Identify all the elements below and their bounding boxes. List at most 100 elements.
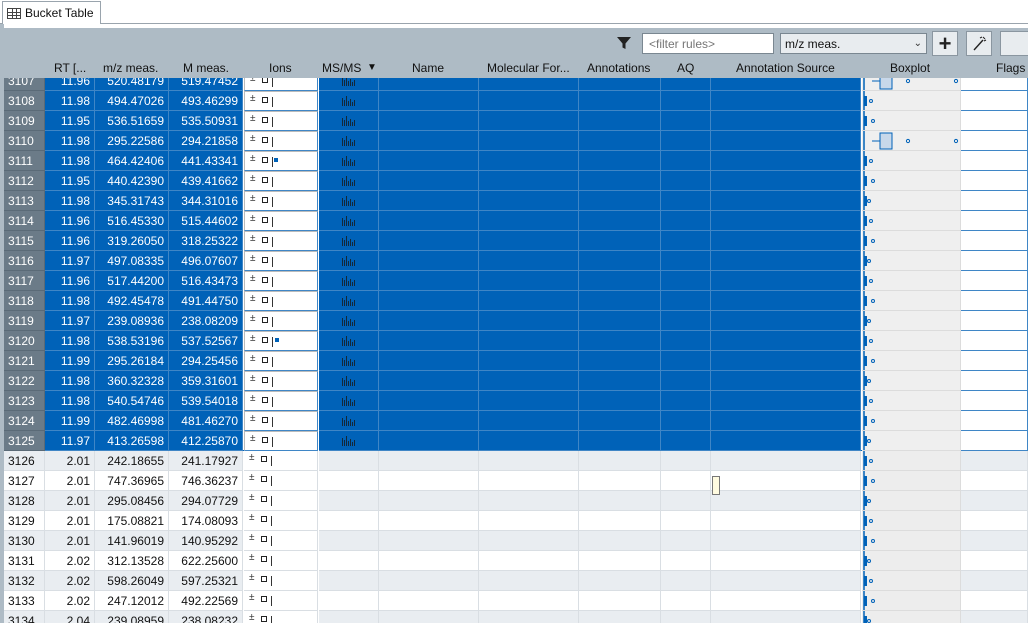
cell-idx[interactable]: 3119 — [4, 311, 45, 331]
cell-aq[interactable] — [661, 211, 711, 231]
cell-flags[interactable] — [961, 411, 1028, 431]
cell-formula[interactable] — [479, 311, 579, 331]
cell-mz[interactable]: 538.53196 — [95, 331, 169, 351]
cell-aq[interactable] — [661, 531, 711, 551]
cell-ions[interactable]: ± — [244, 611, 318, 623]
table-row[interactable]: 3111 11.98 464.42406 441.43341 ± — [4, 151, 1028, 171]
cell-msms[interactable] — [319, 251, 379, 271]
cell-rt[interactable]: 2.02 — [45, 571, 95, 591]
cell-idx[interactable]: 3115 — [4, 231, 45, 251]
cell-formula[interactable] — [479, 271, 579, 291]
cell-formula[interactable] — [479, 551, 579, 571]
cell-source[interactable] — [711, 451, 861, 471]
table-row[interactable]: 3123 11.98 540.54746 539.54018 ± — [4, 391, 1028, 411]
cell-source[interactable] — [711, 611, 861, 623]
cell-mz[interactable]: 536.51659 — [95, 111, 169, 131]
cell-ions[interactable]: ± — [244, 571, 318, 591]
cell-idx[interactable]: 3109 — [4, 111, 45, 131]
cell-name[interactable] — [379, 371, 479, 391]
cell-annotations[interactable] — [579, 571, 661, 591]
cell-flags[interactable] — [961, 311, 1028, 331]
cell-mz[interactable]: 497.08335 — [95, 251, 169, 271]
cell-ions[interactable]: ± — [244, 451, 318, 471]
cell-boxplot[interactable] — [862, 251, 961, 271]
cell-source[interactable] — [711, 371, 861, 391]
cell-aq[interactable] — [661, 311, 711, 331]
table-row[interactable]: 3108 11.98 494.47026 493.46299 ± — [4, 91, 1028, 111]
cell-rt[interactable]: 11.98 — [45, 91, 95, 111]
cell-name[interactable] — [379, 331, 479, 351]
cell-m[interactable]: 481.46270 — [169, 411, 243, 431]
table-row[interactable]: 3109 11.95 536.51659 535.50931 ± — [4, 111, 1028, 131]
cell-msms[interactable] — [319, 371, 379, 391]
cell-name[interactable] — [379, 311, 479, 331]
cell-aq[interactable] — [661, 251, 711, 271]
cell-rt[interactable]: 11.96 — [45, 211, 95, 231]
cell-boxplot[interactable] — [862, 78, 961, 91]
cell-name[interactable] — [379, 171, 479, 191]
cell-formula[interactable] — [479, 291, 579, 311]
cell-m[interactable]: 140.95292 — [169, 531, 243, 551]
table-row[interactable]: 3130 2.01 141.96019 140.95292 ± — [4, 531, 1028, 551]
cell-flags[interactable] — [961, 271, 1028, 291]
cell-ions[interactable]: ± — [244, 511, 318, 531]
cell-source[interactable] — [711, 231, 861, 251]
cell-m[interactable]: 622.25600 — [169, 551, 243, 571]
cell-ions[interactable]: ± — [244, 591, 318, 611]
cell-annotations[interactable] — [579, 411, 661, 431]
cell-flags[interactable] — [961, 191, 1028, 211]
cell-msms[interactable] — [319, 78, 379, 91]
cell-ions[interactable]: ± — [244, 271, 318, 291]
cell-mz[interactable]: 598.26049 — [95, 571, 169, 591]
cell-m[interactable]: 535.50931 — [169, 111, 243, 131]
cell-source[interactable] — [711, 411, 861, 431]
cell-idx[interactable]: 3131 — [4, 551, 45, 571]
cell-flags[interactable] — [961, 111, 1028, 131]
cell-m[interactable]: 238.08209 — [169, 311, 243, 331]
cell-boxplot[interactable] — [862, 591, 961, 611]
cell-ions[interactable]: ± — [244, 211, 318, 231]
column-header-annotation-source[interactable]: Annotation Source — [736, 58, 844, 78]
cell-boxplot[interactable] — [862, 571, 961, 591]
cell-name[interactable] — [379, 431, 479, 451]
cell-m[interactable]: 344.31016 — [169, 191, 243, 211]
cell-m[interactable]: 515.44602 — [169, 211, 243, 231]
cell-annotations[interactable] — [579, 331, 661, 351]
cell-idx[interactable]: 3107 — [4, 78, 45, 91]
cell-rt[interactable]: 11.96 — [45, 78, 95, 91]
cell-flags[interactable] — [961, 531, 1028, 551]
table-row[interactable]: 3107 11.96 520.48179 519.47452 ± — [4, 78, 1028, 91]
cell-rt[interactable]: 11.99 — [45, 351, 95, 371]
cell-rt[interactable]: 2.02 — [45, 551, 95, 571]
table-row[interactable]: 3114 11.96 516.45330 515.44602 ± — [4, 211, 1028, 231]
cell-annotations[interactable] — [579, 311, 661, 331]
cell-aq[interactable] — [661, 411, 711, 431]
cell-rt[interactable]: 11.98 — [45, 291, 95, 311]
cell-msms[interactable] — [319, 411, 379, 431]
cell-idx[interactable]: 3126 — [4, 451, 45, 471]
cell-flags[interactable] — [961, 551, 1028, 571]
cell-boxplot[interactable] — [862, 611, 961, 623]
cell-m[interactable]: 491.44750 — [169, 291, 243, 311]
cell-aq[interactable] — [661, 111, 711, 131]
cell-mz[interactable]: 440.42390 — [95, 171, 169, 191]
cell-ions[interactable]: ± — [244, 531, 318, 551]
cell-flags[interactable] — [961, 571, 1028, 591]
cell-m[interactable]: 516.43473 — [169, 271, 243, 291]
cell-name[interactable] — [379, 291, 479, 311]
cell-flags[interactable] — [961, 231, 1028, 251]
cell-msms[interactable] — [319, 431, 379, 451]
cell-source[interactable] — [711, 471, 861, 491]
sort-desc-icon[interactable]: ▼ — [367, 58, 379, 78]
cell-rt[interactable]: 11.95 — [45, 111, 95, 131]
cell-rt[interactable]: 11.98 — [45, 391, 95, 411]
cell-mz[interactable]: 492.45478 — [95, 291, 169, 311]
cell-aq[interactable] — [661, 151, 711, 171]
cell-mz[interactable]: 141.96019 — [95, 531, 169, 551]
cell-aq[interactable] — [661, 391, 711, 411]
toolbar-extra-button[interactable] — [1000, 31, 1028, 56]
cell-name[interactable] — [379, 111, 479, 131]
cell-annotations[interactable] — [579, 531, 661, 551]
cell-aq[interactable] — [661, 371, 711, 391]
table-row[interactable]: 3134 2.04 239.08959 238.08232 ± — [4, 611, 1028, 623]
